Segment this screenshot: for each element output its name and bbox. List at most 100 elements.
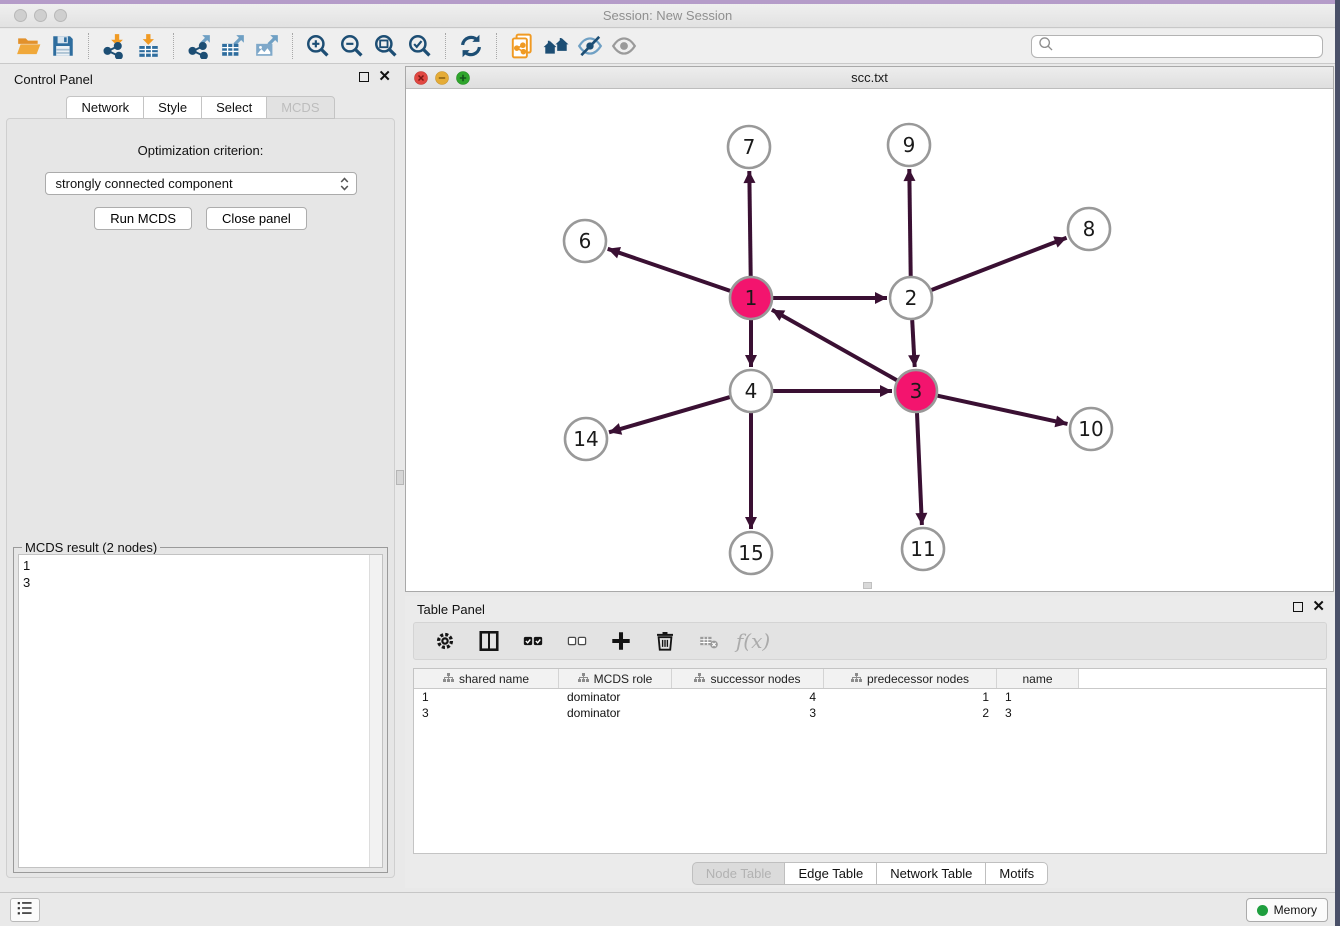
toolbar-separator xyxy=(496,33,497,59)
tab-mcds[interactable]: MCDS xyxy=(266,96,334,119)
hide-selected-icon[interactable] xyxy=(573,31,607,61)
tab-edge-table[interactable]: Edge Table xyxy=(784,862,876,885)
column-header-MCDS-role[interactable]: MCDS role xyxy=(559,669,672,688)
table-cell[interactable]: 4 xyxy=(672,689,824,705)
open-session-icon[interactable] xyxy=(12,31,46,61)
svg-text:4: 4 xyxy=(745,379,758,403)
task-history-button[interactable] xyxy=(10,898,40,922)
node-11[interactable]: 11 xyxy=(902,528,944,570)
close-panel-icon[interactable]: ✕ xyxy=(378,72,391,82)
svg-text:9: 9 xyxy=(903,133,916,157)
float-panel-icon[interactable] xyxy=(359,72,369,82)
panel-divider-grip[interactable] xyxy=(396,470,404,485)
edge-1-6[interactable] xyxy=(608,249,731,291)
mcds-result-group: MCDS result (2 nodes) 1 3 xyxy=(13,547,388,873)
network-canvas[interactable]: 1 2 3 4 6 7 8 9 10 11 14 15 xyxy=(406,89,1333,591)
tab-motifs[interactable]: Motifs xyxy=(985,862,1048,885)
table-cell[interactable]: dominator xyxy=(559,689,672,705)
result-scrollbar[interactable] xyxy=(369,555,382,867)
node-10[interactable]: 10 xyxy=(1070,408,1112,450)
toolbar-separator xyxy=(292,33,293,59)
network-canvas-svg: 1 2 3 4 6 7 8 9 10 11 14 15 xyxy=(406,89,1333,592)
column-header-name[interactable]: name xyxy=(997,669,1079,688)
tab-style[interactable]: Style xyxy=(143,96,201,119)
table-cell[interactable]: 3 xyxy=(672,705,824,721)
export-network-icon[interactable] xyxy=(182,31,216,61)
delete-column-icon[interactable] xyxy=(652,628,678,654)
node-8[interactable]: 8 xyxy=(1068,208,1110,250)
status-bar: Memory xyxy=(0,892,1340,926)
run-mcds-button[interactable]: Run MCDS xyxy=(94,207,192,230)
svg-text:11: 11 xyxy=(910,537,935,561)
table-settings-gear-icon[interactable] xyxy=(432,628,458,654)
apply-layout-icon[interactable] xyxy=(454,31,488,61)
edge-4-14[interactable] xyxy=(609,397,730,432)
table-cell[interactable]: 1 xyxy=(414,689,559,705)
table-tabs: Node TableEdge TableNetwork TableMotifs xyxy=(405,862,1335,885)
import-table-icon[interactable] xyxy=(131,31,165,61)
edge-3-1[interactable] xyxy=(772,310,897,380)
table-row[interactable]: 1dominator411 xyxy=(414,689,1326,705)
zoom-fit-icon[interactable] xyxy=(369,31,403,61)
deselect-all-icon[interactable] xyxy=(564,628,590,654)
tab-network-table[interactable]: Network Table xyxy=(876,862,985,885)
column-header-successor-nodes[interactable]: successor nodes xyxy=(672,669,824,688)
node-15[interactable]: 15 xyxy=(730,532,772,574)
float-table-panel-icon[interactable] xyxy=(1293,602,1303,612)
column-header-predecessor-nodes[interactable]: predecessor nodes xyxy=(824,669,997,688)
select-all-icon[interactable] xyxy=(520,628,546,654)
tree-icon xyxy=(851,672,862,686)
zoom-out-icon[interactable] xyxy=(335,31,369,61)
save-session-icon[interactable] xyxy=(46,31,80,61)
tab-select[interactable]: Select xyxy=(201,96,266,119)
control-panel: Control Panel ✕ NetworkStyleSelectMCDS O… xyxy=(0,66,401,880)
edge-2-9[interactable] xyxy=(909,169,910,276)
split-view-icon[interactable] xyxy=(476,628,502,654)
edge-3-10[interactable] xyxy=(938,396,1068,424)
table-cell[interactable]: 1 xyxy=(824,689,997,705)
edge-1-7[interactable] xyxy=(749,171,750,276)
search-input[interactable] xyxy=(1054,37,1322,56)
node-6[interactable]: 6 xyxy=(564,220,606,262)
node-3[interactable]: 3 xyxy=(895,370,937,412)
search-box[interactable] xyxy=(1031,35,1323,58)
export-image-icon[interactable] xyxy=(250,31,284,61)
add-column-icon[interactable] xyxy=(608,628,634,654)
table-row[interactable]: 3dominator323 xyxy=(414,705,1326,721)
table-cell[interactable]: 2 xyxy=(824,705,997,721)
control-panel-tabs: NetworkStyleSelectMCDS xyxy=(0,96,401,119)
node-2[interactable]: 2 xyxy=(890,277,932,319)
edge-3-11[interactable] xyxy=(917,413,922,525)
main-titlebar: Session: New Session xyxy=(0,4,1335,28)
table-cell[interactable]: 3 xyxy=(997,705,1079,721)
first-neighbors-icon[interactable] xyxy=(539,31,573,61)
close-panel-button[interactable]: Close panel xyxy=(206,207,307,230)
node-1[interactable]: 1 xyxy=(730,277,772,319)
edge-2-8[interactable] xyxy=(932,238,1067,290)
node-9[interactable]: 9 xyxy=(888,124,930,166)
optimization-criterion-dropdown[interactable]: strongly connected component xyxy=(45,172,357,195)
column-header-shared-name[interactable]: shared name xyxy=(414,669,559,688)
new-network-from-selection-icon[interactable] xyxy=(505,31,539,61)
table-cell[interactable]: 3 xyxy=(414,705,559,721)
close-table-panel-icon[interactable]: ✕ xyxy=(1312,602,1325,612)
node-14[interactable]: 14 xyxy=(565,418,607,460)
tab-network[interactable]: Network xyxy=(66,96,143,119)
network-frame-titlebar: scc.txt xyxy=(406,67,1333,89)
zoom-in-icon[interactable] xyxy=(301,31,335,61)
import-network-icon[interactable] xyxy=(97,31,131,61)
table-cell[interactable]: 1 xyxy=(997,689,1079,705)
tab-node-table[interactable]: Node Table xyxy=(692,862,785,885)
node-7[interactable]: 7 xyxy=(728,126,770,168)
network-hscrollbar-thumb[interactable] xyxy=(863,582,872,589)
memory-button[interactable]: Memory xyxy=(1246,898,1328,922)
zoom-selected-icon[interactable] xyxy=(403,31,437,61)
toolbar-separator xyxy=(445,33,446,59)
node-4[interactable]: 4 xyxy=(730,370,772,412)
table-panel-title: Table Panel xyxy=(417,602,485,617)
search-icon xyxy=(1038,36,1054,57)
export-table-icon[interactable] xyxy=(216,31,250,61)
table-cell[interactable]: dominator xyxy=(559,705,672,721)
edge-2-3[interactable] xyxy=(912,320,915,367)
mcds-result-text[interactable]: 1 3 xyxy=(18,554,383,868)
